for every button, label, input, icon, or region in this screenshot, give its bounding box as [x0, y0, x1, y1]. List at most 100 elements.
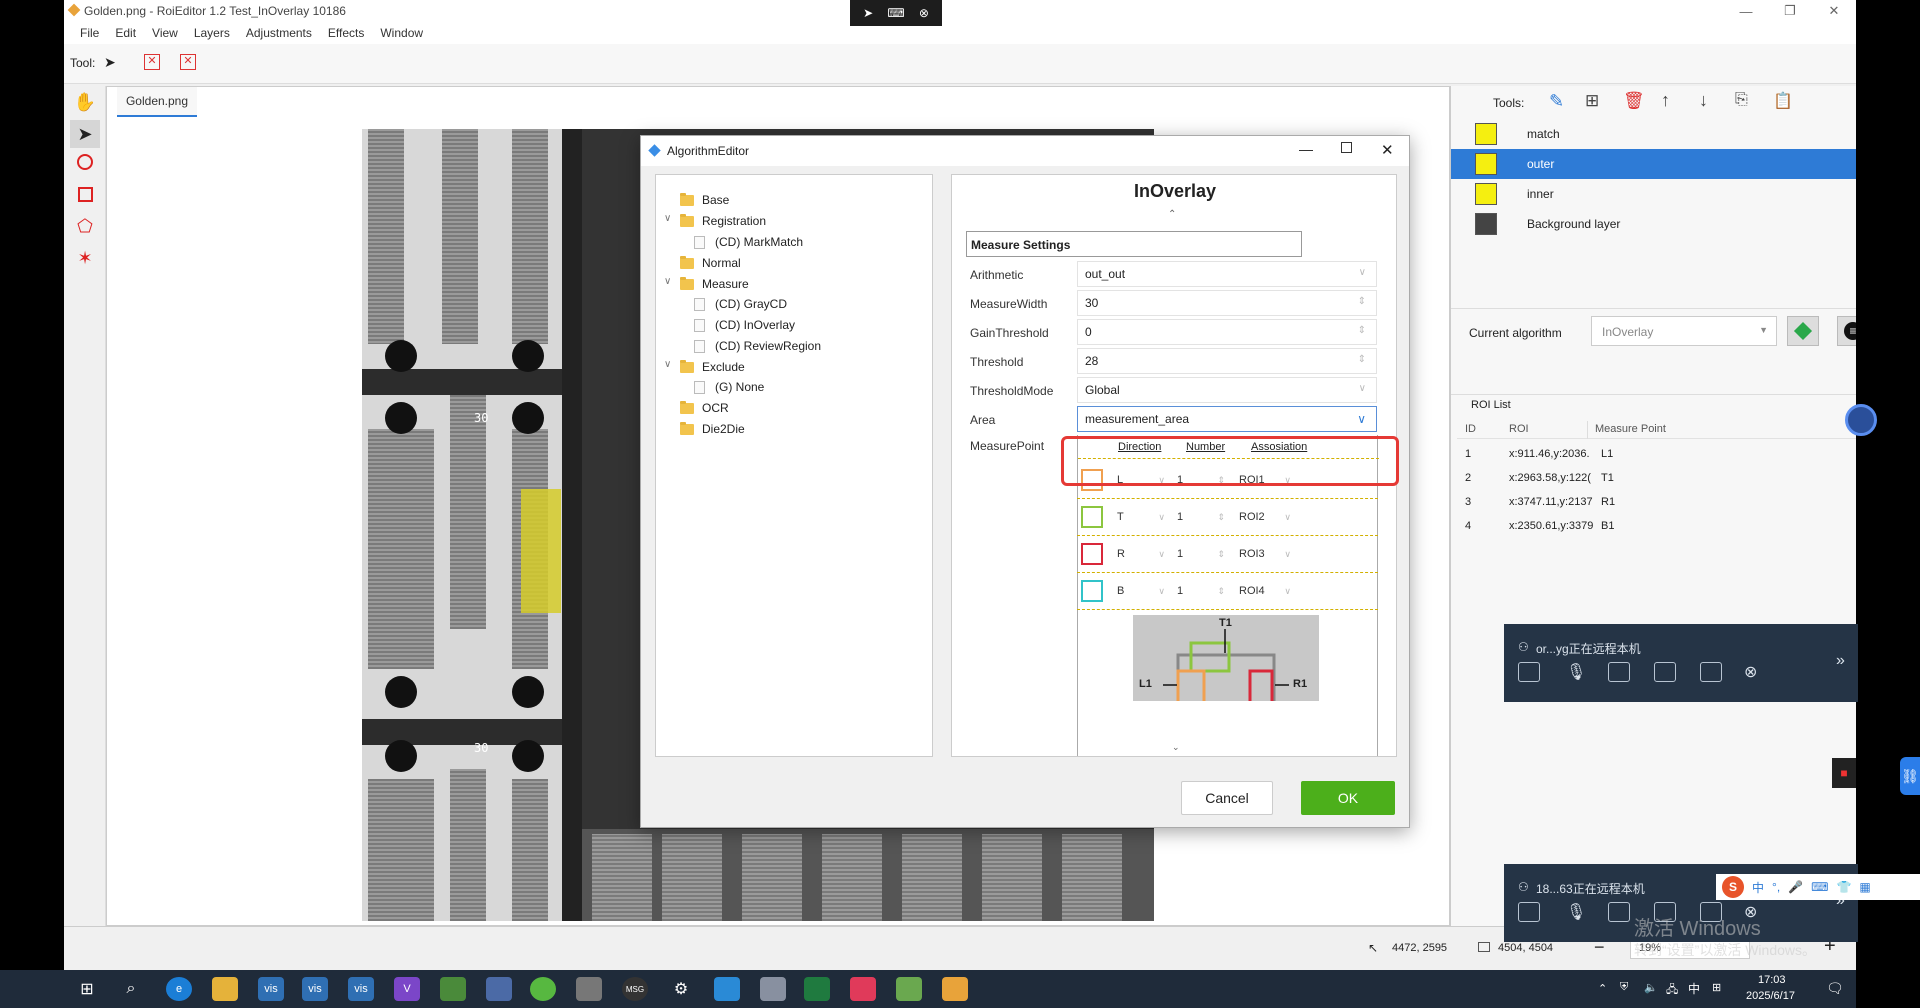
- tree-item-graycd[interactable]: (CD) GrayCD: [694, 295, 787, 313]
- minimize-icon[interactable]: —: [1724, 0, 1768, 22]
- skin-icon[interactable]: 👕: [1836, 880, 1851, 894]
- color-swatch[interactable]: [1081, 506, 1103, 528]
- menu-layers[interactable]: Layers: [186, 26, 238, 40]
- close-icon[interactable]: ✕: [1812, 0, 1856, 22]
- algorithm-settings-button[interactable]: ≡: [1837, 316, 1856, 346]
- add-layer-icon[interactable]: ⊞: [1585, 91, 1599, 111]
- ime-logo-icon[interactable]: S: [1722, 876, 1744, 898]
- ellipse-tool-icon[interactable]: [70, 148, 100, 176]
- menu-window[interactable]: Window: [372, 26, 431, 40]
- floating-assistant-icon[interactable]: [1845, 404, 1877, 436]
- measure-point-row[interactable]: B ∨ 1 ⇕ ROI4 ∨: [1077, 573, 1378, 610]
- ok-button[interactable]: OK: [1301, 781, 1395, 815]
- msg-icon[interactable]: MSG: [622, 977, 648, 1001]
- color-swatch[interactable]: [1081, 580, 1103, 602]
- threshold-spinner[interactable]: 28 ⇕: [1077, 348, 1377, 374]
- move-down-icon[interactable]: ↓: [1699, 90, 1708, 111]
- edge-browser-icon[interactable]: e: [166, 977, 192, 1001]
- layer-outer[interactable]: outer: [1451, 149, 1856, 179]
- app-icon[interactable]: [850, 977, 876, 1001]
- association-select[interactable]: ROI2 ∨: [1239, 506, 1295, 528]
- gainthreshold-spinner[interactable]: 0 ⇕: [1077, 319, 1377, 345]
- visual-studio-icon[interactable]: vis: [302, 977, 328, 1001]
- app-icon[interactable]: [486, 977, 512, 1001]
- tray-language[interactable]: 中: [1688, 980, 1700, 997]
- search-icon[interactable]: ⌕: [118, 977, 144, 1001]
- color-swatch[interactable]: [1081, 543, 1103, 565]
- end-session-icon[interactable]: ⊗: [1744, 662, 1757, 682]
- screen-icon[interactable]: [1608, 902, 1630, 922]
- tree-item-markmatch[interactable]: (CD) MarkMatch: [694, 233, 803, 251]
- layer-match[interactable]: match: [1451, 119, 1856, 149]
- expanded-caret-icon[interactable]: ∨: [664, 359, 671, 370]
- menu-edit[interactable]: Edit: [107, 26, 144, 40]
- tree-folder-base[interactable]: Base: [680, 191, 729, 209]
- soft-keyboard-icon[interactable]: ⌨: [1811, 880, 1828, 894]
- expand-icon[interactable]: ⌄: [1172, 742, 1180, 753]
- layer-background[interactable]: Background layer: [1451, 209, 1856, 239]
- paste-icon[interactable]: 📋: [1773, 91, 1793, 111]
- tree-folder-ocr[interactable]: OCR: [680, 399, 729, 417]
- menu-adjustments[interactable]: Adjustments: [238, 26, 320, 40]
- tree-folder-die2die[interactable]: Die2Die: [680, 420, 745, 438]
- roi-editor-taskbar-icon[interactable]: [942, 977, 968, 1001]
- expanded-caret-icon[interactable]: ∨: [664, 276, 671, 287]
- link-icon[interactable]: ⛓: [1900, 757, 1920, 795]
- doc-tab-golden[interactable]: Golden.png: [117, 87, 197, 117]
- file-explorer-icon[interactable]: [212, 977, 238, 1001]
- apply-algorithm-button[interactable]: [1787, 316, 1819, 346]
- app-icon[interactable]: [896, 977, 922, 1001]
- clock-time[interactable]: 17:03: [1758, 974, 1786, 986]
- clock-date[interactable]: 2025/6/17: [1746, 990, 1795, 1002]
- volume-icon[interactable]: 🔈: [1644, 981, 1658, 994]
- chat-icon[interactable]: [1518, 902, 1540, 922]
- punctuation-icon[interactable]: °,: [1772, 880, 1780, 894]
- number-spinner[interactable]: 1 ⇕: [1177, 543, 1229, 565]
- delete-selection-icon[interactable]: ✕: [180, 54, 196, 70]
- tree-folder-registration[interactable]: Registration: [680, 212, 766, 230]
- table-row[interactable]: 4 x:2350.61,y:3379 B1: [1451, 514, 1856, 538]
- chat-icon[interactable]: [1518, 662, 1540, 682]
- menu-file[interactable]: File: [72, 26, 107, 40]
- tree-item-reviewregion[interactable]: (CD) ReviewRegion: [694, 337, 821, 355]
- vs-purple-icon[interactable]: V: [394, 977, 420, 1001]
- tray-chevron-icon[interactable]: ⌃: [1598, 982, 1607, 995]
- visual-studio-icon[interactable]: vis: [348, 977, 374, 1001]
- microphone-icon[interactable]: 🎙: [1566, 662, 1586, 682]
- transfer-icon[interactable]: [1700, 662, 1722, 682]
- tree-item-inoverlay[interactable]: (CD) InOverlay: [694, 316, 795, 334]
- tray-input-icon[interactable]: ⊞: [1712, 981, 1721, 994]
- table-row[interactable]: 2 x:2963.58,y:122( T1: [1451, 466, 1856, 490]
- close-icon[interactable]: ⊗: [919, 6, 929, 20]
- rectangle-tool-icon[interactable]: [70, 180, 100, 208]
- keyboard-icon[interactable]: ⌨: [887, 6, 904, 20]
- arithmetic-select[interactable]: out_out ∨: [1077, 261, 1377, 287]
- dialog-close-icon[interactable]: ✕: [1381, 141, 1394, 159]
- tree-folder-measure[interactable]: Measure: [680, 275, 749, 293]
- cancel-button[interactable]: Cancel: [1181, 781, 1273, 815]
- association-select[interactable]: ROI3 ∨: [1239, 543, 1295, 565]
- table-row[interactable]: 1 x:911.46,y:2036. L1: [1451, 442, 1856, 466]
- pointer-icon[interactable]: ➤: [863, 6, 873, 20]
- app-icon[interactable]: [714, 977, 740, 1001]
- tree-folder-normal[interactable]: Normal: [680, 254, 741, 272]
- microphone-icon[interactable]: 🎙: [1566, 902, 1586, 922]
- menu-effects[interactable]: Effects: [320, 26, 372, 40]
- app-icon[interactable]: [440, 977, 466, 1001]
- direction-select[interactable]: B ∨: [1117, 580, 1169, 602]
- select-tool-icon[interactable]: ➤: [70, 120, 100, 148]
- windows-start-icon[interactable]: ⊞: [74, 977, 100, 1001]
- measurewidth-spinner[interactable]: 30 ⇕: [1077, 290, 1377, 316]
- voice-input-icon[interactable]: 🎤: [1788, 880, 1803, 894]
- table-row[interactable]: 3 x:3747.11,y:2137 R1: [1451, 490, 1856, 514]
- tray-security-icon[interactable]: ⛨: [1620, 981, 1628, 994]
- magic-wand-icon[interactable]: ✶: [70, 244, 100, 272]
- area-select[interactable]: measurement_area ∨: [1077, 406, 1377, 432]
- restore-icon[interactable]: ❐: [1768, 0, 1812, 22]
- app-icon[interactable]: [530, 977, 556, 1001]
- copy-icon[interactable]: ⎘: [1735, 91, 1748, 109]
- pointer-icon[interactable]: ➤: [104, 54, 116, 71]
- side-tag-icon[interactable]: ■: [1832, 758, 1856, 788]
- network-icon[interactable]: 🖧: [1666, 981, 1678, 1000]
- delete-layer-icon[interactable]: 🗑: [1623, 91, 1645, 111]
